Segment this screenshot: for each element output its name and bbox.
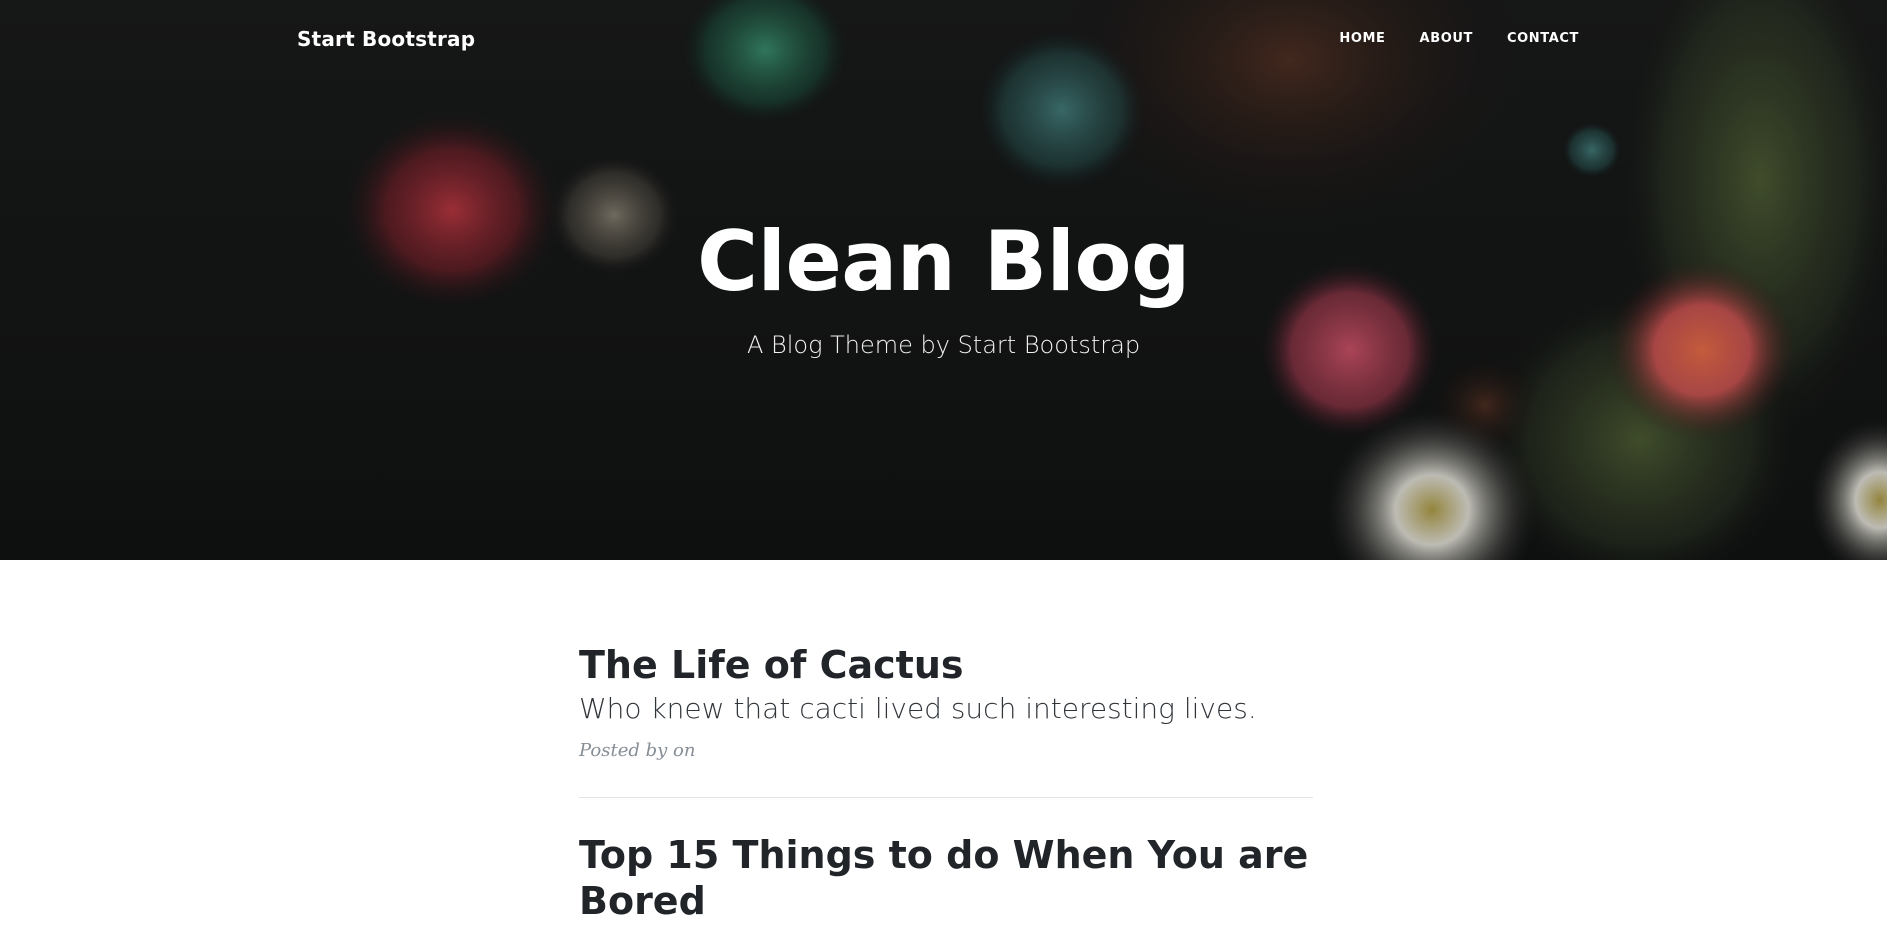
site-title: Clean Blog <box>697 213 1190 310</box>
post-meta: Posted by on <box>579 740 696 761</box>
nav-links: HOME ABOUT CONTACT <box>1339 31 1579 46</box>
nav-link-about[interactable]: ABOUT <box>1420 31 1473 46</box>
post-divider <box>579 797 1313 798</box>
navbar-brand[interactable]: Start Bootstrap <box>297 27 475 51</box>
site-subtitle: A Blog Theme by Start Bootstrap <box>746 331 1141 359</box>
post-preview[interactable]: The Life of Cactus Who knew that cacti l… <box>579 642 1313 761</box>
post-title[interactable]: Top 15 Things to do When You are Bored <box>579 832 1313 924</box>
post-title[interactable]: The Life of Cactus <box>579 642 1313 688</box>
nav-link-contact[interactable]: CONTACT <box>1507 31 1579 46</box>
post-list: The Life of Cactus Who knew that cacti l… <box>579 560 1313 924</box>
navbar: Start Bootstrap HOME ABOUT CONTACT <box>0 0 1887 84</box>
masthead: Start Bootstrap HOME ABOUT CONTACT Clean… <box>0 0 1887 560</box>
post-subtitle[interactable]: Who knew that cacti lived such interesti… <box>579 690 1313 728</box>
site-heading: Clean Blog A Blog Theme by Start Bootstr… <box>0 214 1887 360</box>
post-preview[interactable]: Top 15 Things to do When You are Bored <box>579 832 1313 924</box>
nav-link-home[interactable]: HOME <box>1339 31 1385 46</box>
